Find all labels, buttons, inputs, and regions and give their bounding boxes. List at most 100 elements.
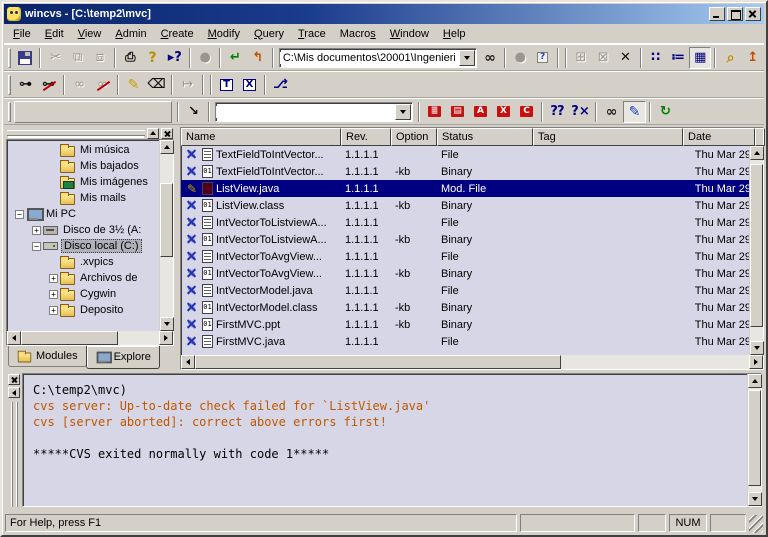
filter-combobox-input[interactable] <box>216 106 394 118</box>
scroll-left-icon[interactable] <box>181 355 195 369</box>
tab-explore[interactable]: Explore <box>86 346 160 369</box>
tree-item-disco-de-3-a-[interactable]: +Disco de 3½ (A: <box>7 222 159 238</box>
report-mode-button[interactable]: ▦ <box>689 47 711 69</box>
trace-toggle-button[interactable]: T <box>215 74 238 96</box>
console-output[interactable]: C:\temp2\mvc)cvs server: Up-to-date chec… <box>23 374 747 506</box>
panel-close-button[interactable] <box>161 128 173 139</box>
file-row-intvectormodel-java[interactable]: ✎IntVectorModel.java1.1.1.1FileThu Mar 2… <box>181 282 749 299</box>
tab-modules[interactable]: Modules <box>8 346 87 367</box>
column-header-option[interactable]: Option <box>391 128 437 146</box>
list-vertical-scrollbar[interactable] <box>749 146 763 355</box>
up-one-level-button[interactable]: ↥ <box>742 47 764 69</box>
expand-plus-icon[interactable]: + <box>47 306 60 315</box>
menu-item-view[interactable]: View <box>71 26 109 42</box>
refresh-view-button[interactable]: ↻ <box>654 101 677 123</box>
file-row-textfieldtointvector-[interactable]: ✎01TextFieldToIntVector...1.1.1.1-kbBina… <box>181 163 749 180</box>
toolbar-grip[interactable] <box>8 75 11 95</box>
edit-button[interactable]: ✎ <box>122 74 145 96</box>
tree-horizontal-scrollbar[interactable] <box>7 331 173 345</box>
tree-item-archivos-de[interactable]: +Archivos de <box>7 270 159 286</box>
graph-button[interactable]: ⎇ <box>269 74 292 96</box>
tree-item-mis-mails[interactable]: Mis mails <box>7 190 159 206</box>
help-button[interactable]: ? <box>141 47 163 69</box>
title-bar[interactable]: wincvs - [C:\temp2\mvc] <box>4 4 764 24</box>
menu-item-trace[interactable]: Trace <box>291 26 333 42</box>
list-horizontal-scrollbar[interactable] <box>181 355 763 369</box>
scroll-down-icon[interactable] <box>160 317 174 331</box>
filter-all-button[interactable]: ≣ <box>423 101 446 123</box>
scroll-up-icon[interactable] <box>750 146 764 160</box>
smart-mode-button[interactable]: ≔ <box>667 47 689 69</box>
file-row-intvectormodel-class[interactable]: ✎01IntVectorModel.class1.1.1.1-kbBinaryT… <box>181 299 749 316</box>
unedit-button[interactable]: ⌫ <box>145 74 168 96</box>
command-help-button[interactable]: ? <box>531 47 553 69</box>
expand-plus-icon[interactable]: + <box>47 274 60 283</box>
flat-mode-button[interactable]: ∷ <box>645 47 667 69</box>
panel-gripper[interactable] <box>6 127 174 139</box>
scroll-down-icon[interactable] <box>748 492 762 506</box>
collapse-minus-icon[interactable]: − <box>13 210 26 219</box>
file-row-intvectortolistviewa-[interactable]: ✎IntVectorToListviewA...1.1.1.1FileThu M… <box>181 214 749 231</box>
browse-path-combobox-dropdown-button[interactable] <box>459 50 475 66</box>
menu-item-window[interactable]: Window <box>383 26 436 42</box>
stop-cvs-button[interactable]: X <box>238 74 261 96</box>
expand-plus-icon[interactable]: + <box>30 226 43 235</box>
scroll-down-icon[interactable] <box>750 341 764 355</box>
menu-item-help[interactable]: Help <box>436 26 473 42</box>
tree-item-disco-local-c-[interactable]: −Disco local (C:) <box>7 238 159 254</box>
filter-modified-button[interactable]: ▤ <box>446 101 469 123</box>
column-header-name[interactable]: Name <box>181 128 341 146</box>
menu-item-file[interactable]: File <box>6 26 38 42</box>
goto-module-button[interactable]: ↘ <box>182 101 205 123</box>
column-header-tag[interactable]: Tag <box>533 128 683 146</box>
filter-combobox[interactable] <box>215 102 413 122</box>
context-help-button[interactable]: ▸? <box>164 47 186 69</box>
toolbar-grip[interactable] <box>8 102 11 122</box>
file-row-intvectortoavgview-[interactable]: ✎IntVectorToAvgView...1.1.1.1FileThu Mar… <box>181 248 749 265</box>
filter-ignored-button[interactable]: ?× <box>569 101 592 123</box>
browse-path-combobox[interactable] <box>279 48 477 68</box>
browse-location-button[interactable]: ∞ <box>479 47 501 69</box>
scroll-right-icon[interactable] <box>159 331 173 345</box>
checkout-module-button[interactable]: ↵ <box>224 47 246 69</box>
browse-path-combobox-input[interactable] <box>280 52 458 64</box>
menu-item-modify[interactable]: Modify <box>201 26 247 42</box>
tree-item-mi-m-sica[interactable]: Mi música <box>7 142 159 158</box>
filter-added-button[interactable]: A <box>469 101 492 123</box>
file-row-intvectortoavgview-[interactable]: ✎01IntVectorToAvgView...1.1.1.1-kbBinary… <box>181 265 749 282</box>
save-button[interactable] <box>14 47 36 69</box>
console-collapse-button[interactable] <box>8 387 20 398</box>
resize-grip[interactable] <box>749 515 763 533</box>
expand-plus-icon[interactable]: + <box>47 290 60 299</box>
panel-pin-button[interactable] <box>147 128 159 139</box>
filter-conflict-button[interactable]: C <box>515 101 538 123</box>
filter-unknown-button[interactable]: ⁇ <box>546 101 569 123</box>
file-row-textfieldtointvector-[interactable]: ✎TextFieldToIntVector...1.1.1.1FileThu M… <box>181 146 749 163</box>
delete-button[interactable]: ✕ <box>614 47 636 69</box>
tree-vertical-scrollbar[interactable] <box>159 140 173 331</box>
tree-item-mis-bajados[interactable]: Mis bajados <box>7 158 159 174</box>
scroll-left-icon[interactable] <box>7 331 21 345</box>
explorer-search-button[interactable]: ⌕ <box>719 47 741 69</box>
lock-button[interactable]: ⊶ <box>14 74 37 96</box>
file-row-firstmvc-ppt[interactable]: ✎01FirstMVC.ppt1.1.1.1-kbBinaryThu Mar 2… <box>181 316 749 333</box>
filter-removed-button[interactable]: X <box>492 101 515 123</box>
scroll-up-icon[interactable] <box>748 374 762 388</box>
file-row-intvectortolistviewa-[interactable]: ✎01IntVectorToListviewA...1.1.1.1-kbBina… <box>181 231 749 248</box>
print-button[interactable]: ⎙ <box>119 47 141 69</box>
menu-item-admin[interactable]: Admin <box>108 26 153 42</box>
file-row-listview-class[interactable]: ✎01ListView.class1.1.1.1-kbBinaryThu Mar… <box>181 197 749 214</box>
file-row-listview-java[interactable]: ✎ListView.java1.1.1.1Mod. FileThu Mar 29 <box>181 180 749 197</box>
column-header-rev[interactable]: Rev. <box>341 128 391 146</box>
tree-item--xvpics[interactable]: .xvpics <box>7 254 159 270</box>
column-header-status[interactable]: Status <box>437 128 533 146</box>
tree-item-mis-im-genes[interactable]: Mis imágenes <box>7 174 159 190</box>
checkin-button[interactable]: ↰ <box>247 47 269 69</box>
tree-item-cygwin[interactable]: +Cygwin <box>7 286 159 302</box>
filter-edited-button[interactable]: ✎ <box>623 101 646 123</box>
filter-watched-button[interactable]: ∞ <box>600 101 623 123</box>
file-row-firstmvc-java[interactable]: ✎FirstMVC.java1.1.1.1FileThu Mar 29 <box>181 333 749 350</box>
close-button[interactable] <box>745 7 761 21</box>
unlock-button[interactable]: ⊶ <box>37 74 60 96</box>
column-header-date[interactable]: Date <box>683 128 755 146</box>
